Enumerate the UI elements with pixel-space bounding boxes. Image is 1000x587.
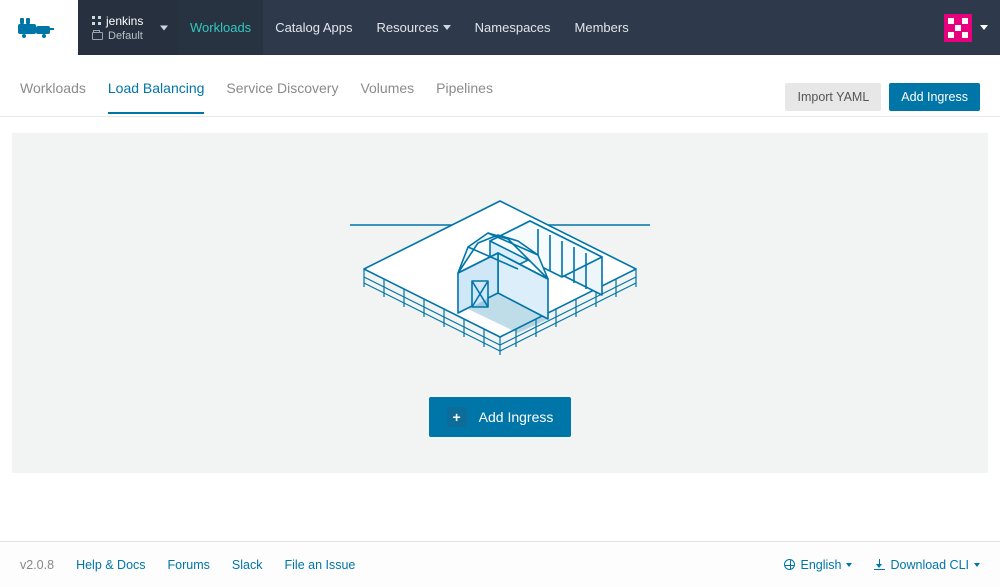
- namespace-name: Default: [108, 30, 143, 42]
- language-selector[interactable]: English: [784, 558, 852, 572]
- subtabs-row: Workloads Load Balancing Service Discove…: [0, 55, 1000, 117]
- rancher-logo-icon: [16, 12, 62, 43]
- nav-namespaces[interactable]: Namespaces: [463, 0, 563, 55]
- grid-icon: [92, 16, 101, 25]
- tab-workloads[interactable]: Workloads: [20, 80, 86, 114]
- footer: v2.0.8 Help & Docs Forums Slack File an …: [0, 541, 1000, 587]
- chevron-down-icon: [443, 25, 451, 30]
- empty-state-panel: + Add Ingress: [12, 133, 988, 473]
- nav-link-label: Workloads: [190, 20, 251, 35]
- version-label: v2.0.8: [20, 558, 54, 572]
- footer-help-docs[interactable]: Help & Docs: [76, 558, 145, 572]
- button-label: Add Ingress: [479, 409, 554, 425]
- nav-link-label: Catalog Apps: [275, 20, 352, 35]
- globe-icon: [784, 559, 795, 570]
- folder-icon: [92, 32, 103, 40]
- nav-catalog-apps[interactable]: Catalog Apps: [263, 0, 364, 55]
- nav-link-label: Namespaces: [475, 20, 551, 35]
- plus-icon: +: [447, 407, 467, 427]
- top-nav: jenkins Default Workloads Catalog Apps R…: [0, 0, 1000, 55]
- subtabs: Workloads Load Balancing Service Discove…: [20, 80, 493, 114]
- nav-link-label: Members: [575, 20, 629, 35]
- main-navbar: jenkins Default Workloads Catalog Apps R…: [78, 0, 1000, 55]
- chevron-down-icon: [974, 563, 980, 567]
- avatar: [944, 14, 972, 42]
- nav-links: Workloads Catalog Apps Resources Namespa…: [178, 0, 641, 55]
- project-switcher[interactable]: jenkins Default: [78, 0, 178, 55]
- download-icon: [874, 559, 885, 570]
- download-cli-label: Download CLI: [890, 558, 969, 572]
- footer-slack[interactable]: Slack: [232, 558, 263, 572]
- chevron-down-icon: [160, 25, 168, 30]
- footer-file-issue[interactable]: File an Issue: [285, 558, 356, 572]
- content-area: + Add Ingress: [0, 117, 1000, 473]
- tab-load-balancing[interactable]: Load Balancing: [108, 80, 205, 114]
- nav-workloads[interactable]: Workloads: [178, 0, 263, 55]
- chevron-down-icon: [980, 25, 988, 30]
- tab-service-discovery[interactable]: Service Discovery: [226, 80, 338, 114]
- footer-forums[interactable]: Forums: [168, 558, 210, 572]
- user-menu[interactable]: [932, 0, 1000, 55]
- footer-links: Help & Docs Forums Slack File an Issue: [76, 558, 355, 572]
- logo-cell: [0, 0, 78, 55]
- nav-resources[interactable]: Resources: [365, 0, 463, 55]
- download-cli[interactable]: Download CLI: [874, 558, 980, 572]
- chevron-down-icon: [846, 563, 852, 567]
- language-label: English: [800, 558, 841, 572]
- project-name: jenkins: [106, 14, 143, 28]
- add-ingress-button[interactable]: Add Ingress: [889, 83, 980, 111]
- import-yaml-button[interactable]: Import YAML: [785, 83, 881, 111]
- add-ingress-empty-button[interactable]: + Add Ingress: [429, 397, 572, 437]
- tab-pipelines[interactable]: Pipelines: [436, 80, 493, 114]
- tab-volumes[interactable]: Volumes: [360, 80, 414, 114]
- empty-state-illustration: [340, 169, 660, 369]
- nav-members[interactable]: Members: [563, 0, 641, 55]
- nav-link-label: Resources: [377, 20, 439, 35]
